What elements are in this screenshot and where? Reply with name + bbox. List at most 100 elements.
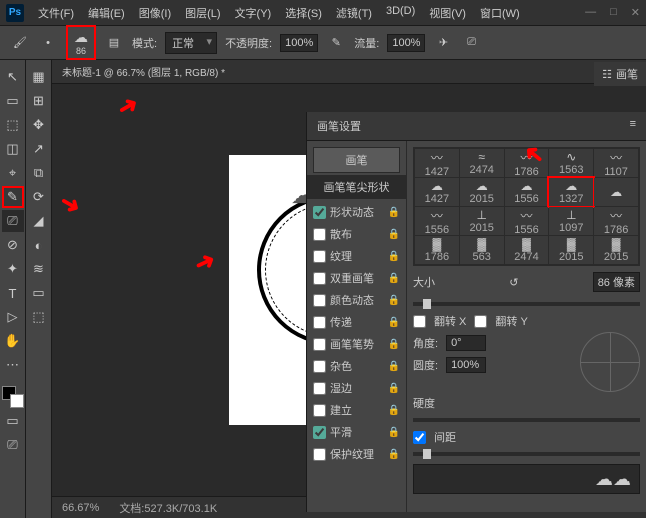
quickmask-toggle[interactable]: ▭ — [2, 410, 24, 432]
shape-tool[interactable]: ▭ — [28, 282, 50, 304]
brush-cell[interactable]: ☁1327 — [549, 178, 593, 206]
brush-tool[interactable]: ✎ — [2, 186, 24, 208]
dodge-tool[interactable]: ✦ — [2, 258, 24, 280]
brush-option-row[interactable]: 散布🔒 — [307, 223, 406, 245]
menu-layer[interactable]: 图层(L) — [179, 2, 226, 24]
brush-option-row[interactable]: 平滑🔒 — [307, 421, 406, 443]
brush-option-row[interactable]: 形状动态🔒 — [307, 201, 406, 223]
lock-icon[interactable]: 🔒 — [388, 207, 400, 218]
brush-option-row[interactable]: 画笔笔势🔒 — [307, 333, 406, 355]
brush-cell[interactable]: 〰1786 — [594, 207, 638, 235]
option-checkbox[interactable] — [313, 404, 326, 417]
brush-option-row[interactable]: 颜色动态🔒 — [307, 289, 406, 311]
brush-cell[interactable]: 〰1556 — [415, 207, 459, 235]
type-tool[interactable]: T — [2, 282, 24, 304]
brush-tip-header[interactable]: 画笔笔尖形状 — [307, 175, 406, 199]
airbrush-icon[interactable]: ✈ — [433, 33, 453, 53]
menu-window[interactable]: 窗口(W) — [474, 2, 526, 24]
marquee-tool[interactable]: ▭ — [2, 90, 24, 112]
brushes-tab[interactable]: ☷ 画笔 — [594, 62, 646, 86]
menu-file[interactable]: 文件(F) — [32, 2, 80, 24]
menu-select[interactable]: 选择(S) — [279, 2, 328, 24]
brush-cell[interactable]: 〰1107 — [594, 149, 638, 177]
close-button[interactable]: ✕ — [631, 6, 640, 19]
menu-view[interactable]: 视图(V) — [423, 2, 472, 24]
lock-icon[interactable]: 🔒 — [388, 383, 400, 394]
menu-edit[interactable]: 编辑(E) — [82, 2, 131, 24]
brush-option-row[interactable]: 湿边🔒 — [307, 377, 406, 399]
option-checkbox[interactable] — [313, 316, 326, 329]
lock-icon[interactable]: 🔒 — [388, 229, 400, 240]
lock-icon[interactable]: 🔒 — [388, 295, 400, 306]
option-checkbox[interactable] — [313, 228, 326, 241]
brush-cell[interactable]: ≈2474 — [460, 149, 504, 177]
angle-input[interactable]: 0° — [446, 335, 486, 351]
size-slider[interactable] — [413, 302, 640, 306]
quick-select-tool[interactable]: ✥ — [28, 114, 50, 136]
lasso-tool[interactable]: ⬚ — [2, 114, 24, 136]
brush-option-row[interactable]: 纹理🔒 — [307, 245, 406, 267]
blur-tool[interactable]: ◐ — [28, 234, 50, 256]
color-swatch[interactable] — [2, 386, 24, 408]
size-input[interactable]: 86 像素 — [593, 272, 640, 292]
hand-tool[interactable]: ✋ — [2, 330, 24, 352]
brush-cell[interactable]: ▓563 — [460, 236, 504, 264]
pressure-opacity-icon[interactable]: ✎ — [326, 33, 346, 53]
option-checkbox[interactable] — [313, 360, 326, 373]
reset-icon[interactable]: ↺ — [509, 276, 518, 289]
lock-icon[interactable]: 🔒 — [388, 361, 400, 372]
brush-cell[interactable]: ▓2015 — [549, 236, 593, 264]
angle-widget[interactable] — [580, 332, 640, 392]
brush-cell[interactable]: 〰1556 — [505, 207, 549, 235]
option-checkbox[interactable] — [313, 426, 326, 439]
menu-type[interactable]: 文字(Y) — [229, 2, 278, 24]
heal-tool[interactable]: ⧉ — [28, 162, 50, 184]
brush-preset-picker[interactable]: ☁ 86 — [66, 25, 96, 60]
history-brush-tool[interactable]: ⎚ — [2, 210, 24, 232]
path-tool[interactable]: ▷ — [2, 306, 24, 328]
lock-icon[interactable]: 🔒 — [388, 317, 400, 328]
spacing-slider[interactable] — [413, 452, 640, 456]
brush-cell[interactable]: ▓2474 — [505, 236, 549, 264]
brush-option-row[interactable]: 保护纹理🔒 — [307, 443, 406, 465]
more-tools[interactable]: ⋯ — [2, 354, 24, 376]
artboard-tool[interactable]: ▦ — [28, 66, 50, 88]
option-checkbox[interactable] — [313, 206, 326, 219]
flow-input[interactable]: 100% — [387, 34, 425, 52]
pressure-size-icon[interactable]: ⎚ — [461, 33, 481, 53]
brush-presets-button[interactable]: 画笔 — [313, 147, 400, 173]
blend-mode-dropdown[interactable]: 正常 — [165, 32, 217, 54]
option-checkbox[interactable] — [313, 448, 326, 461]
brush-option-row[interactable]: 传递🔒 — [307, 311, 406, 333]
brush-option-row[interactable]: 双重画笔🔒 — [307, 267, 406, 289]
lock-icon[interactable]: 🔒 — [388, 449, 400, 460]
menu-filter[interactable]: 滤镜(T) — [330, 2, 378, 24]
opacity-input[interactable]: 100% — [280, 34, 318, 52]
brush-cell[interactable]: 〰1786 — [505, 149, 549, 177]
eyedropper-tool[interactable]: ⌖ — [2, 162, 24, 184]
lock-icon[interactable]: 🔒 — [388, 251, 400, 262]
brush-panel-toggle-icon[interactable]: ▤ — [104, 33, 124, 53]
eraser-tool[interactable]: ◢ — [28, 210, 50, 232]
clone-tool[interactable]: ⟳ — [28, 186, 50, 208]
menu-image[interactable]: 图像(I) — [133, 2, 177, 24]
lock-icon[interactable]: 🔒 — [388, 339, 400, 350]
zoom-level[interactable]: 66.67% — [62, 502, 99, 514]
brush-cell[interactable]: ☁1556 — [505, 178, 549, 206]
brush-cell[interactable]: ⊥2015 — [460, 207, 504, 235]
option-checkbox[interactable] — [313, 382, 326, 395]
menu-3d[interactable]: 3D(D) — [380, 2, 421, 24]
brush-cell[interactable]: ▓2015 — [594, 236, 638, 264]
brush-option-row[interactable]: 建立🔒 — [307, 399, 406, 421]
document-tab[interactable]: 未标题-1 @ 66.7% (图层 1, RGB/8) * — [52, 60, 646, 84]
brush-cell[interactable]: ☁2015 — [460, 178, 504, 206]
lock-icon[interactable]: 🔒 — [388, 405, 400, 416]
panel-menu-icon[interactable]: ≡ — [630, 118, 636, 134]
lock-icon[interactable]: 🔒 — [388, 273, 400, 284]
lock-icon[interactable]: 🔒 — [388, 427, 400, 438]
screenmode-toggle[interactable]: ⎚ — [2, 434, 24, 456]
pen-tool[interactable]: ≋ — [28, 258, 50, 280]
option-checkbox[interactable] — [313, 294, 326, 307]
option-checkbox[interactable] — [313, 338, 326, 351]
gradient-tool[interactable]: ⊘ — [2, 234, 24, 256]
